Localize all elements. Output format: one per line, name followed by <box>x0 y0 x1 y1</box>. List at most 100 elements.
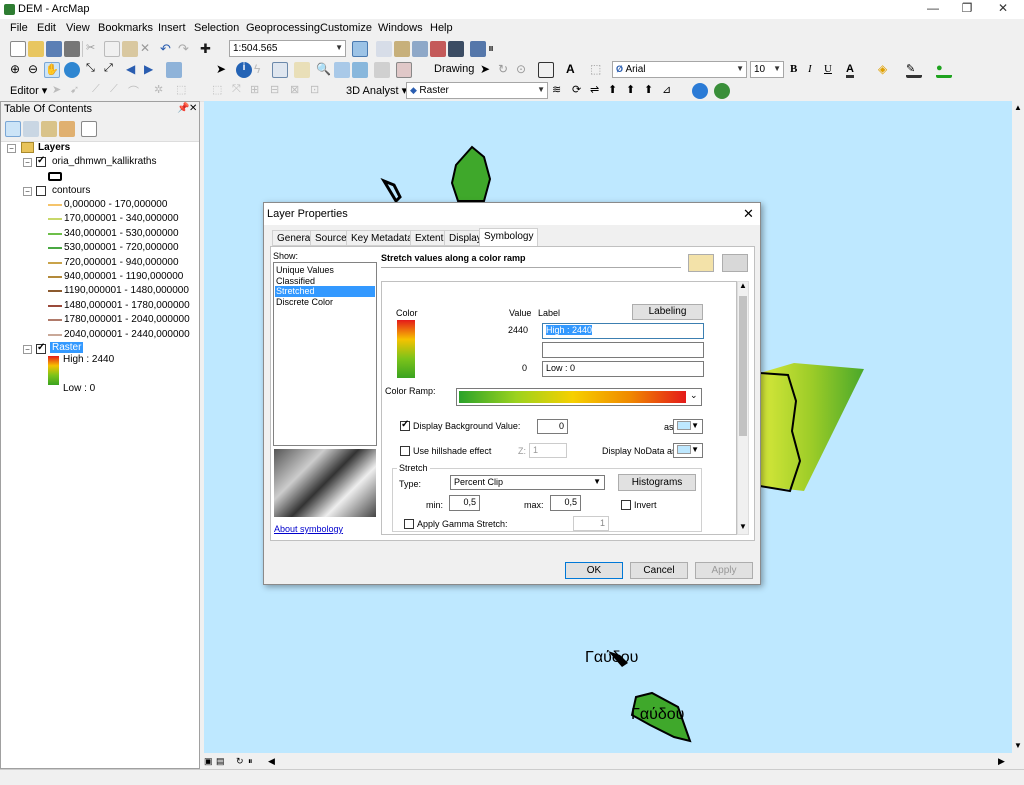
about-symbology-link[interactable]: About symbology <box>274 524 343 534</box>
contour-class-label[interactable]: 340,000001 - 530,000000 <box>64 228 179 239</box>
menu-insert[interactable]: Insert <box>158 22 186 34</box>
font-color-button[interactable]: A <box>846 63 854 78</box>
close-icon[interactable]: ✕ <box>189 103 197 114</box>
list-by-selection-icon[interactable] <box>59 121 75 137</box>
stretch-type-dropdown[interactable]: Percent Clip ▼ <box>450 475 605 490</box>
line-of-sight-icon[interactable]: ⇌ <box>590 83 606 99</box>
map-horizontal-scrollbar[interactable]: ▣ ▤ ↻ ⏸ ◀ ▶ <box>204 755 1012 769</box>
cut-polygon-icon[interactable]: ⬚ <box>176 83 192 99</box>
toc-options-icon[interactable] <box>81 121 97 137</box>
color-ramp-dropdown[interactable]: ⌄ <box>456 388 702 406</box>
scroll-thumb[interactable] <box>739 296 747 436</box>
label-low-field[interactable]: Low : 0 <box>542 361 704 377</box>
scroll-up-icon[interactable]: ▲ <box>1014 103 1022 112</box>
editor-toolbar-icon[interactable] <box>352 41 368 57</box>
arc-icon[interactable]: ⌒ <box>128 83 144 99</box>
histograms-button[interactable]: Histograms <box>618 474 696 491</box>
data-view-icon[interactable]: ▤ <box>216 756 225 767</box>
cut-icon[interactable]: ✂ <box>86 41 102 57</box>
contour-class-label[interactable]: 170,000001 - 340,000000 <box>64 213 179 224</box>
zoom-out-icon[interactable]: ⊖ <box>28 62 44 78</box>
time-slider-icon[interactable] <box>352 62 368 78</box>
menu-help[interactable]: Help <box>430 22 453 34</box>
pause-drawing-icon[interactable]: ⏸ <box>248 756 253 767</box>
interpolate-point-icon[interactable]: ⬆ <box>608 83 624 99</box>
menu-selection[interactable]: Selection <box>194 22 239 34</box>
zoom-to-selected-icon[interactable]: ⊙ <box>516 62 532 78</box>
minimize-button[interactable]: — <box>918 1 948 15</box>
restore-button[interactable]: ❐ <box>952 1 982 15</box>
gamma-value-field[interactable]: 1 <box>573 516 609 531</box>
select-elements-icon[interactable]: ➤ <box>216 62 232 78</box>
list-by-visibility-icon[interactable] <box>41 121 57 137</box>
menu-view[interactable]: View <box>66 22 90 34</box>
steepest-path-icon[interactable]: ⟳ <box>572 83 588 99</box>
paste-icon[interactable] <box>122 41 138 57</box>
collapse-layers-icon[interactable]: − <box>7 144 16 153</box>
undo-icon[interactable]: ↶ <box>160 41 176 57</box>
bold-button[interactable]: B <box>790 63 797 75</box>
contour-class-label[interactable]: 1190,000001 - 1480,000000 <box>64 285 189 296</box>
label-mid-field[interactable] <box>542 342 704 358</box>
rectangle-icon[interactable] <box>538 62 554 78</box>
profile-graph-icon[interactable]: ⊿ <box>662 83 678 99</box>
color-ramp-swatch[interactable] <box>397 320 415 378</box>
refresh-icon[interactable]: ↻ <box>236 756 244 767</box>
labeling-button[interactable]: Labeling <box>632 304 703 320</box>
collapse-layer1-icon[interactable]: − <box>23 158 32 167</box>
list-by-source-icon[interactable] <box>23 121 39 137</box>
new-document-icon[interactable] <box>10 41 26 57</box>
split-icon[interactable]: ✲ <box>154 83 170 99</box>
catalog-icon[interactable] <box>394 41 410 57</box>
background-value-field[interactable]: 0 <box>537 419 568 434</box>
select-features-icon[interactable] <box>166 62 182 78</box>
editor-menu[interactable]: Editor ▾ <box>10 84 47 97</box>
scale-combo[interactable]: 1:504.565 ▼ <box>229 40 346 57</box>
print-icon[interactable] <box>64 41 80 57</box>
open-folder-icon[interactable] <box>28 41 44 57</box>
marker-color-icon[interactable]: ● <box>936 62 952 78</box>
collapse-raster-icon[interactable]: − <box>23 345 32 354</box>
find-icon[interactable]: 🔍 <box>316 62 332 78</box>
raster-checkbox[interactable] <box>36 342 46 354</box>
underline-button[interactable]: U <box>824 63 832 75</box>
menu-edit[interactable]: Edit <box>37 22 56 34</box>
straight-segment-icon[interactable]: ⟋ <box>92 83 108 99</box>
show-list-item[interactable]: Discrete Color <box>275 297 375 308</box>
contour-class-label[interactable]: 1480,000001 - 1780,000000 <box>64 300 190 311</box>
show-list-item[interactable]: Unique Values <box>275 265 375 276</box>
go-to-xy-icon[interactable] <box>334 62 350 78</box>
delete-icon[interactable]: ✕ <box>140 41 156 57</box>
contour-icon[interactable]: ≋ <box>552 83 568 99</box>
label-high-field[interactable]: High : 2440 <box>542 323 704 339</box>
collapse-contours-icon[interactable]: − <box>23 187 32 196</box>
font-size-combo[interactable]: 10 ▼ <box>750 61 784 78</box>
menu-file[interactable]: File <box>10 22 28 34</box>
show-list-item[interactable]: Classified <box>275 276 375 287</box>
rotate-icon[interactable]: ↻ <box>498 62 514 78</box>
menu-customize[interactable]: Customize <box>320 22 372 34</box>
background-color-picker[interactable]: ▼ <box>673 419 703 434</box>
edit-tool-icon[interactable]: ➤ <box>52 83 68 99</box>
fill-color-icon[interactable]: ◈ <box>878 62 894 78</box>
contour-class-label[interactable]: 940,000001 - 1190,000000 <box>64 271 183 282</box>
zoom-in-icon[interactable]: ⊕ <box>10 62 26 78</box>
apply-button[interactable]: Apply <box>695 562 753 579</box>
pan-icon[interactable]: ✋ <box>44 62 60 78</box>
python-window-icon[interactable] <box>448 41 464 57</box>
create-features-icon[interactable]: ⊠ <box>290 83 306 99</box>
attributes-icon[interactable]: ⊞ <box>250 83 266 99</box>
edit-annotation-icon[interactable]: ➹ <box>70 83 86 99</box>
close-window-button[interactable]: ✕ <box>988 1 1018 15</box>
redo-icon[interactable]: ↷ <box>178 41 194 57</box>
raster-layer-name[interactable]: Raster <box>50 342 84 353</box>
min-field[interactable]: 0,5 <box>449 495 480 511</box>
fixed-zoom-out-icon[interactable]: ⤢ <box>104 62 120 78</box>
contour-class-label[interactable]: 2040,000001 - 2440,000000 <box>64 329 190 340</box>
3d-analyst-menu[interactable]: 3D Analyst ▾ <box>346 84 407 97</box>
max-field[interactable]: 0,5 <box>550 495 581 511</box>
arctoolbox-icon[interactable] <box>430 41 446 57</box>
contour-class-label[interactable]: 0,000000 - 170,000000 <box>64 199 167 210</box>
interpolate-line-icon[interactable]: ⬆ <box>626 83 642 99</box>
menu-windows[interactable]: Windows <box>378 22 423 34</box>
